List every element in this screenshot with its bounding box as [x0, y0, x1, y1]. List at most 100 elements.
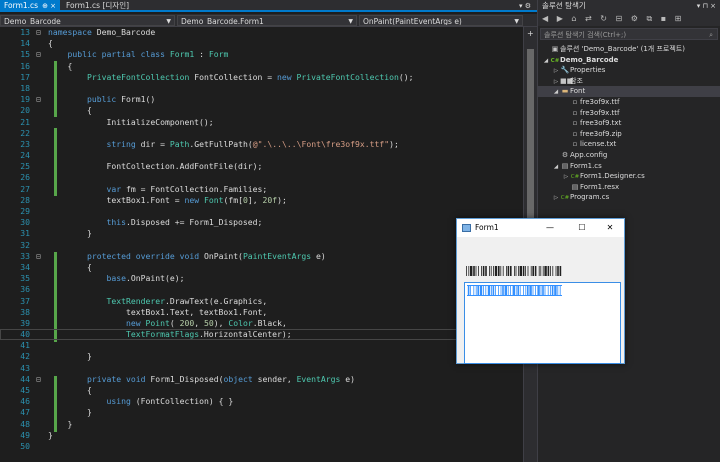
code-line[interactable]: 47 } — [0, 407, 530, 418]
code-line[interactable]: 25 FontCollection.AddFontFile(dir); — [0, 161, 530, 172]
barcode-stripe — [471, 286, 474, 295]
collapse-icon[interactable]: ⊟ — [36, 49, 48, 60]
tree-item[interactable]: ▫ license.txt — [538, 139, 720, 150]
code-text: InitializeComponent(); — [48, 117, 213, 127]
tree-item[interactable]: ▫ free3of9.zip — [538, 129, 720, 140]
tree-item[interactable]: ▣ 솔루션 'Demo_Barcode' (1개 프로젝트) — [538, 44, 720, 55]
member-dropdown[interactable]: OnPaint(PaintEventArgs e) ▼ — [359, 15, 523, 26]
tree-item[interactable]: ▫ free3of9.txt — [538, 118, 720, 129]
close-button[interactable]: ✕ — [598, 219, 622, 237]
tree-item[interactable]: ▫ fre3of9x.ttf — [538, 97, 720, 108]
minimize-button[interactable]: — — [538, 219, 562, 237]
tree-item[interactable]: ▷ 🔧Properties — [538, 65, 720, 76]
tab-overflow-controls[interactable]: ▾ ⚙ — [519, 0, 531, 12]
form1-window[interactable]: Form1 — ☐ ✕ — [456, 218, 625, 364]
textbox1[interactable] — [464, 282, 621, 364]
tree-item[interactable]: ▫ fre3of9x.ttf — [538, 108, 720, 119]
code-line[interactable]: 43 — [0, 363, 530, 374]
code-line[interactable]: 50 — [0, 441, 530, 452]
barcode-stripe — [495, 286, 499, 295]
code-line[interactable]: 39 new Point( 200, 50), Color.Black, — [0, 318, 530, 329]
code-line[interactable]: 45 { — [0, 385, 530, 396]
tab-form1-cs[interactable]: Form1.cs ⊕ × — [0, 0, 61, 12]
tree-item[interactable]: ▤ Form1.resx — [538, 182, 720, 193]
collapse-icon[interactable]: ⊟ — [36, 94, 48, 105]
code-text: { — [48, 38, 53, 48]
barcode-stripe — [525, 266, 526, 276]
code-line[interactable]: 33 ⊟ protected override void OnPaint(Pain… — [0, 251, 530, 262]
code-line[interactable]: 36 — [0, 284, 530, 295]
tree-item[interactable]: ◢ ▬ Font — [538, 86, 720, 97]
code-line[interactable]: 42 } — [0, 351, 530, 362]
code-line[interactable]: 49} — [0, 430, 530, 441]
code-line[interactable]: 28 textBox1.Font = new Font(fm[0], 20f); — [0, 195, 530, 206]
project-dropdown[interactable]: Demo_Barcode ▼ — [0, 15, 175, 26]
form1-title-bar[interactable]: Form1 — ☐ ✕ — [457, 219, 624, 237]
collapse-icon[interactable]: ⊟ — [36, 27, 48, 38]
code-line[interactable]: 31 } — [0, 228, 530, 239]
tree-item[interactable]: ▷ ■■참조 — [538, 76, 720, 87]
tree-item[interactable]: ▷ C#Form1.Designer.cs — [538, 171, 720, 182]
tree-item[interactable]: ⚙ App.config — [538, 150, 720, 161]
code-line[interactable]: 23 string dir = Path.GetFullPath(@".\..\… — [0, 139, 530, 150]
code-line[interactable]: 41 — [0, 340, 530, 351]
code-token: TextFormatFlags — [125, 329, 200, 340]
barcode-stripe — [470, 266, 473, 276]
solution-explorer-toolbar[interactable]: ◀ ▶ ⌂ ⇄ ↻ ⊟ ⚙ ⧉ ▪ ⊞ — [538, 12, 720, 26]
code-line[interactable]: 35 base.OnPaint(e); — [0, 273, 530, 284]
code-line[interactable]: 22 — [0, 128, 530, 139]
line-number: 33 — [20, 250, 30, 261]
code-token: new — [184, 194, 200, 205]
maximize-button[interactable]: ☐ — [570, 219, 594, 237]
code-line[interactable]: 37 TextRenderer.DrawText(e.Graphics, — [0, 296, 530, 307]
code-line[interactable]: 21 InitializeComponent(); — [0, 117, 530, 128]
tab-pin-close-icons[interactable]: ⊕ × — [42, 2, 56, 10]
code-line[interactable]: 46 using (FontCollection) { } — [0, 396, 530, 407]
barcode-stripe — [534, 266, 537, 276]
panel-window-controls[interactable]: ▾ ⊓ × — [697, 0, 716, 12]
solution-search-input[interactable]: 솔루션 탐색기 검색(Ctrl+;) ⌕ — [540, 28, 718, 40]
code-line[interactable]: 14 { — [0, 38, 530, 49]
tree-item[interactable]: ◢ ▤ Form1.cs — [538, 161, 720, 172]
tree-item[interactable]: ◢ C#Demo_Barcode — [538, 55, 720, 66]
class-dropdown[interactable]: Demo_Barcode.Form1 ▼ — [177, 15, 357, 26]
line-number: 37 — [20, 295, 30, 306]
expand-arrow-icon[interactable]: ▷ — [552, 193, 560, 204]
collapse-icon[interactable]: ⊟ — [36, 251, 48, 262]
code-token: e) — [311, 250, 326, 261]
barcode-stripe — [518, 266, 519, 276]
code-line[interactable]: 18 — [0, 83, 530, 94]
tree-item[interactable]: ▷ C#Program.cs — [538, 192, 720, 203]
split-icon[interactable]: + — [527, 29, 534, 38]
code-line[interactable]: 16 { — [0, 61, 530, 72]
code-line[interactable]: 44 ⊟ private void Form1_Disposed(object s… — [0, 374, 530, 385]
code-line[interactable]: 19 ⊟ public Form1() — [0, 94, 530, 105]
code-line[interactable]: 20 { — [0, 105, 530, 116]
code-line[interactable]: 26 — [0, 172, 530, 183]
code-text: textBox1.Text, textBox1.Font, — [48, 307, 267, 317]
code-line[interactable]: 38 textBox1.Text, textBox1.Font, — [0, 307, 530, 318]
code-text: textBox1.Font = new Font(fm[0], 20f); — [48, 194, 286, 205]
code-line[interactable]: 29 — [0, 206, 530, 217]
barcode-stripe — [498, 266, 500, 276]
code-line[interactable]: 27 var fm = FontCollection.Families; — [0, 184, 530, 195]
code-token: Form1_Disposed( — [145, 373, 224, 384]
code-line[interactable]: 48 } — [0, 419, 530, 430]
line-number: 50 — [20, 440, 30, 451]
line-number: 34 — [20, 261, 30, 272]
code-line[interactable]: 32 — [0, 240, 530, 251]
code-line[interactable]: 24 — [0, 150, 530, 161]
collapse-icon[interactable]: ⊟ — [36, 374, 48, 385]
code-line[interactable]: 15 ⊟ public partial class Form1 : Form — [0, 49, 530, 60]
code-line[interactable]: 30 this.Disposed += Form1_Disposed; — [0, 217, 530, 228]
barcode-stripe — [560, 286, 562, 295]
code-line[interactable]: 34 { — [0, 262, 530, 273]
code-token: .GetFullPath( — [189, 138, 253, 149]
code-line[interactable]: 17 PrivateFontCollection FontCollection … — [0, 72, 530, 83]
code-line[interactable]: 13 ⊟ namespace Demo_Barcode — [0, 27, 530, 38]
code-line[interactable]: 40 TextFormatFlags.HorizontalCenter); — [0, 329, 530, 341]
tab-form1-designer[interactable]: Form1.cs [디자인] — [62, 0, 133, 12]
code-editor[interactable]: 13 ⊟ namespace Demo_Barcode 14{15 ⊟ public p… — [0, 27, 530, 462]
barcode-stripe — [533, 286, 535, 295]
